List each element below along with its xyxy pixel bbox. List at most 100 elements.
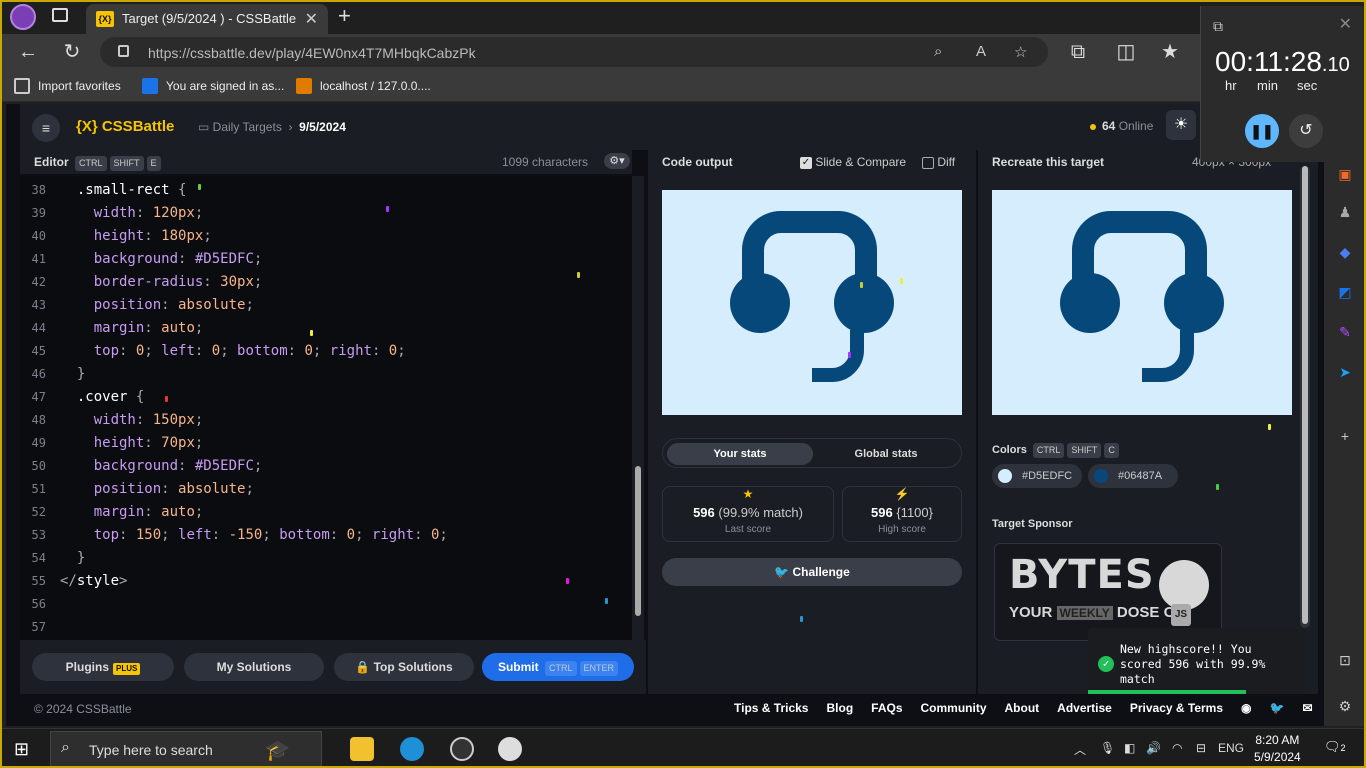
confetti	[1216, 484, 1219, 490]
zoom-icon[interactable]: ⌕	[934, 43, 942, 60]
code-editor[interactable]: 38 .small-rect {39 width: 120px; 40 heigh…	[20, 176, 632, 640]
last-score-card: ★ 596 (99.9% match) Last score	[662, 486, 834, 542]
line-number: 44	[31, 321, 46, 335]
checkbox-checked-icon: ✓	[800, 156, 812, 169]
target-scrollbar[interactable]	[1300, 166, 1310, 628]
notification-icon[interactable]: 🗨2	[1324, 739, 1346, 755]
tab-global-stats[interactable]: Global stats	[813, 443, 959, 465]
file-explorer-icon[interactable]	[350, 737, 374, 761]
scroll-thumb[interactable]	[635, 466, 641, 616]
challenge-button[interactable]: 🐦 Challenge	[662, 558, 962, 586]
copilot-icon[interactable]: ◆	[1335, 242, 1355, 262]
read-aloud-icon[interactable]: A	[976, 43, 986, 60]
breadcrumb: ▭ Daily Targets › 9/5/2024	[198, 120, 346, 134]
sponsor-banner[interactable]: BYTES YOUR WEEKLY DOSE OF JS	[994, 543, 1222, 641]
plugins-button[interactable]: Plugins PLUS	[32, 653, 174, 681]
tab-actions-icon[interactable]	[52, 8, 68, 22]
camera-icon[interactable]: ◧	[1124, 741, 1135, 755]
sponsor-tagline: YOUR WEEKLY DOSE OF	[1009, 604, 1185, 621]
footer-link[interactable]: About	[1005, 701, 1040, 715]
close-tab-icon[interactable]: ✕	[305, 9, 318, 29]
color-swatch-light[interactable]: #D5EDFC	[992, 464, 1082, 488]
editor-scrollbar[interactable]	[632, 176, 644, 640]
phpmyadmin-icon	[296, 78, 312, 94]
footer-link[interactable]: Blog	[826, 701, 853, 715]
profile-avatar[interactable]	[10, 4, 36, 30]
designer-icon[interactable]: ✎	[1335, 322, 1355, 342]
line-code: width: 150px;	[60, 412, 204, 428]
taskbar: ⊞ ⌕ Type here to search 🎓 ︿ 🎙 ◧ 🔊 ◠ ⊟ EN…	[0, 728, 1366, 768]
highscore-toast[interactable]: ✓ New highscore!! You scored 596 with 99…	[1088, 628, 1304, 694]
discord-icon[interactable]: ◉	[1241, 701, 1251, 715]
code-line: 42 border-radius: 30px;	[20, 272, 620, 295]
graduation-cap-icon: 🎓	[265, 740, 290, 762]
add-icon[interactable]: +	[1335, 426, 1355, 446]
theme-toggle-icon[interactable]: ☀	[1166, 110, 1196, 140]
split-screen-icon[interactable]: ◫	[1114, 40, 1138, 64]
code-line: 47 .cover {	[20, 387, 620, 410]
back-icon[interactable]: ←	[16, 40, 40, 64]
microphone-icon[interactable]: 🎙	[1100, 741, 1115, 755]
tab-favicon: {X}	[96, 11, 114, 27]
language-indicator[interactable]: ENG	[1218, 741, 1244, 755]
target-scroll-thumb[interactable]	[1302, 166, 1308, 624]
editor-title: Editor CTRL SHIFT E	[34, 155, 161, 171]
fav-import[interactable]: Import favorites	[14, 78, 121, 94]
editor-footer: Plugins PLUS My Solutions 🔒 Top Solutions…	[20, 640, 646, 694]
tools-icon[interactable]: ♟	[1335, 202, 1355, 222]
network-icon[interactable]: ⊟	[1196, 741, 1206, 755]
logo[interactable]: {X} CSSBattle	[76, 118, 174, 135]
obs-icon[interactable]	[450, 737, 474, 761]
menu-icon[interactable]: ≡	[32, 114, 60, 142]
tab-your-stats[interactable]: Your stats	[667, 443, 813, 465]
fav-localhost[interactable]: localhost / 127.0.0....	[296, 78, 431, 94]
taskbar-clock[interactable]: 8:20 AM 5/9/2024	[1254, 732, 1301, 766]
new-tab-icon[interactable]: +	[338, 3, 351, 29]
taskbar-search[interactable]: ⌕ Type here to search 🎓	[50, 731, 322, 767]
fav-label: localhost / 127.0.0....	[320, 79, 431, 93]
settings-icon[interactable]: ⚙	[1335, 696, 1355, 716]
refresh-icon[interactable]: ↻	[60, 40, 84, 64]
reset-button[interactable]: ↺	[1289, 114, 1323, 148]
footer-link[interactable]: FAQs	[871, 701, 902, 715]
expand-icon[interactable]: ⧉	[1213, 18, 1223, 35]
close-icon[interactable]: ✕	[1339, 14, 1352, 34]
twitter-icon[interactable]: 🐦	[1270, 701, 1285, 715]
address-bar[interactable]: https://cssbattle.dev/play/4EW0nx4T7MHbq…	[100, 37, 1048, 67]
email-icon[interactable]: ✉	[1302, 701, 1312, 715]
slide-compare-toggle[interactable]: ✓ Slide & Compare	[800, 155, 906, 179]
top-solutions-button[interactable]: 🔒 Top Solutions	[334, 653, 474, 681]
shopping-icon[interactable]: ▣	[1335, 164, 1355, 184]
windows-start-icon[interactable]: ⊞	[14, 739, 29, 760]
browser-tab-active[interactable]: {X} Target (9/5/2024 ) - CSSBattle ✕	[86, 4, 328, 34]
crumb-parent[interactable]: Daily Targets	[213, 120, 282, 134]
output-canvas[interactable]	[662, 190, 962, 415]
line-code: .cover {	[60, 389, 145, 405]
favorites-icon[interactable]: ★	[1158, 40, 1182, 64]
footer-link[interactable]: Advertise	[1057, 701, 1112, 715]
stats-tabs: Your stats Global stats	[662, 438, 962, 468]
extensions-icon[interactable]: ⧉	[1066, 40, 1090, 64]
footer-link[interactable]: Privacy & Terms	[1130, 701, 1223, 715]
telegram-icon[interactable]: ➤	[1335, 362, 1355, 382]
my-solutions-button[interactable]: My Solutions	[184, 653, 324, 681]
editor-header: Editor CTRL SHIFT E 1099 characters ⚙▾	[20, 150, 632, 174]
fav-signed-in[interactable]: You are signed in as...	[142, 78, 284, 94]
clock-app-icon[interactable]	[498, 737, 522, 761]
outlook-icon[interactable]: ◩	[1335, 282, 1355, 302]
volume-icon[interactable]: 🔊	[1146, 741, 1161, 755]
footer-link[interactable]: Community	[921, 701, 987, 715]
screenshot-icon[interactable]: ⊡	[1335, 650, 1355, 670]
favorite-star-icon[interactable]: ☆	[1014, 43, 1027, 61]
editor-settings-icon[interactable]: ⚙▾	[604, 153, 630, 169]
pause-button[interactable]: ❚❚	[1245, 114, 1279, 148]
diff-toggle[interactable]: Diff	[922, 155, 955, 179]
app-header: ≡ {X} CSSBattle ▭ Daily Targets › 9/5/20…	[20, 104, 1318, 150]
wifi-icon[interactable]: ◠	[1172, 741, 1182, 755]
footer-link[interactable]: Tips & Tricks	[734, 701, 808, 715]
color-swatch-dark[interactable]: #06487A	[1088, 464, 1178, 488]
edge-icon[interactable]	[400, 737, 424, 761]
submit-button[interactable]: Submit CTRL ENTER	[482, 653, 634, 681]
crumb-current: 9/5/2024	[299, 120, 346, 134]
tray-chevron-icon[interactable]: ︿	[1074, 741, 1086, 758]
